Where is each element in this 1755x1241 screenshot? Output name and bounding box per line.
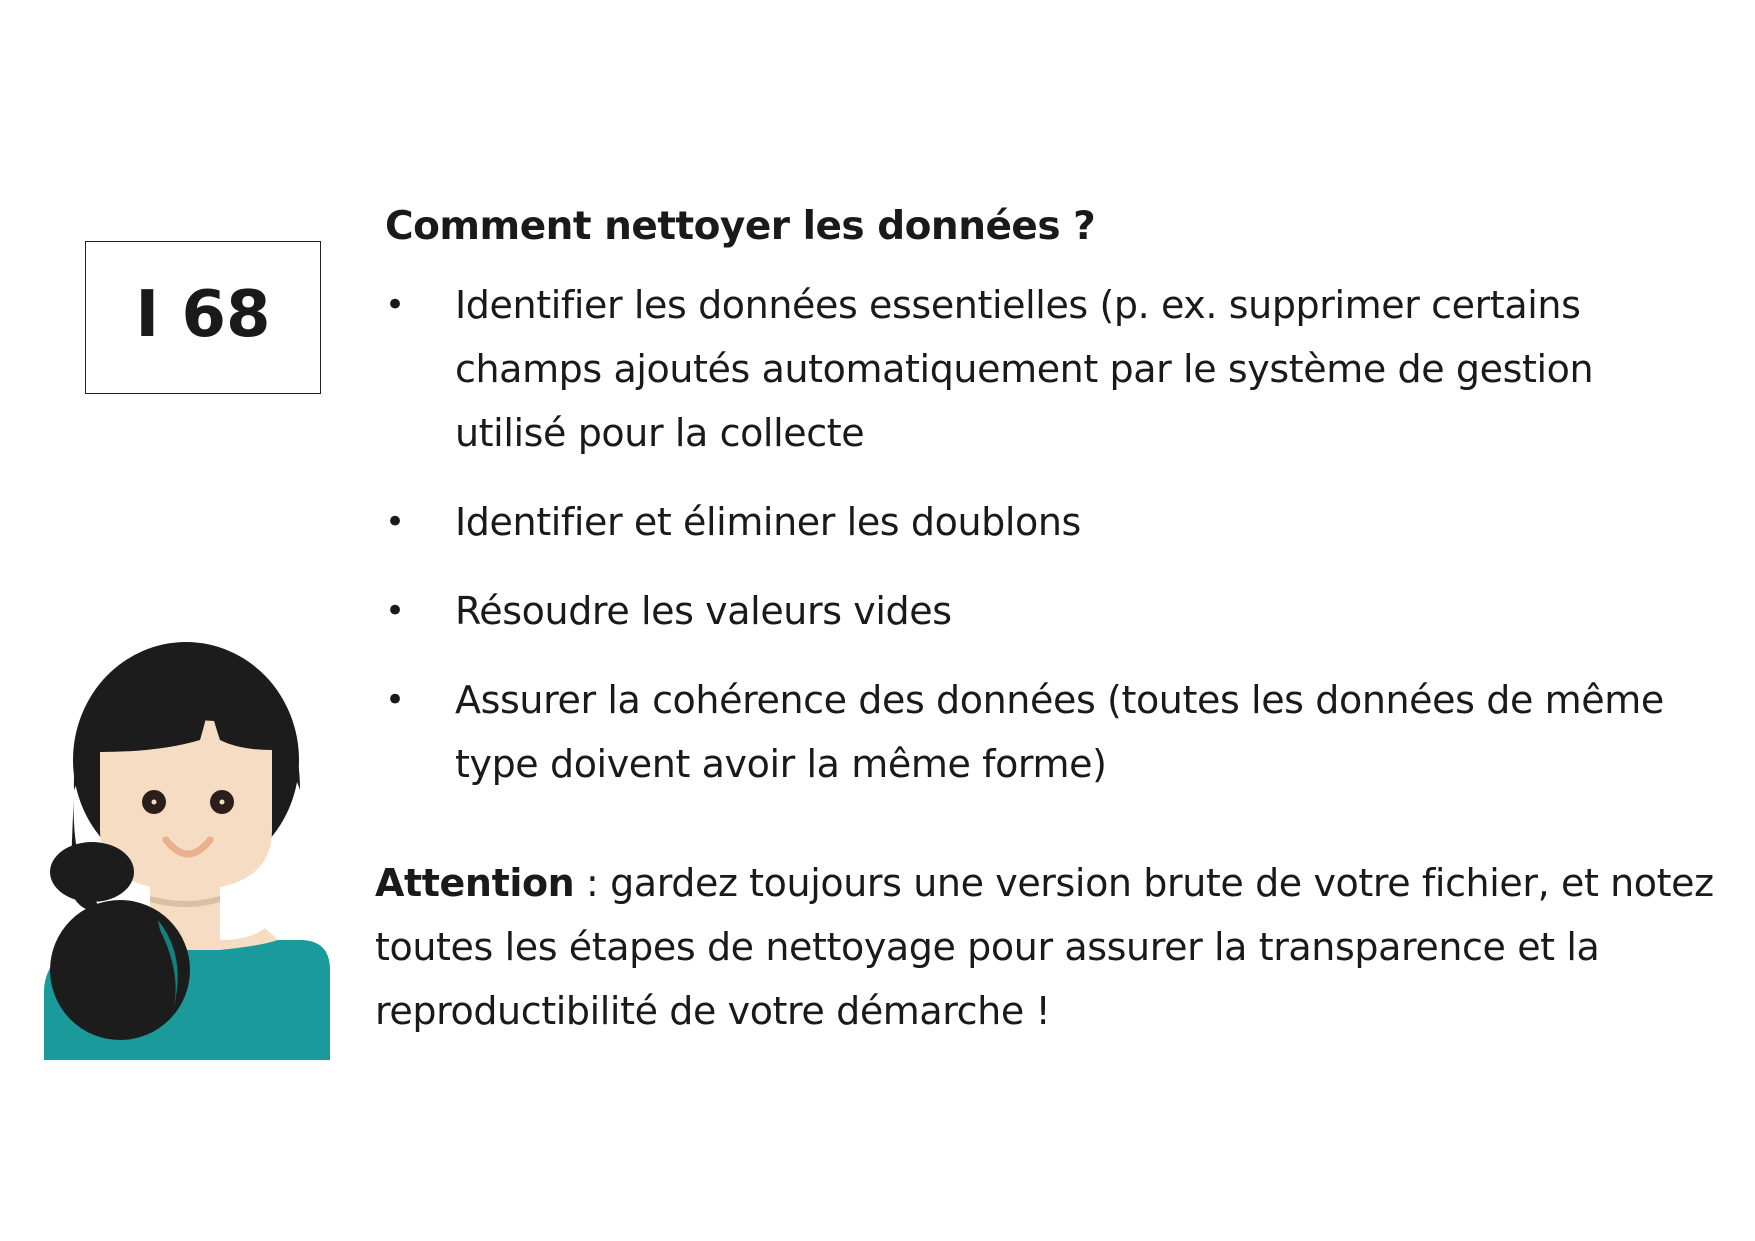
list-item-text: Identifier les données essentielles (p. … — [455, 282, 1594, 455]
attention-text: : gardez toujours une version brute de v… — [375, 861, 1714, 1033]
list-item: • Identifier et éliminer les doublons — [385, 490, 1715, 554]
card-code: I 68 — [135, 277, 271, 352]
ponytail-bottom — [50, 900, 190, 1040]
list-item-text: Assurer la cohérence des données (toutes… — [455, 677, 1664, 786]
list-item: • Résoudre les valeurs vides — [385, 579, 1715, 643]
list-item-text: Résoudre les valeurs vides — [455, 588, 952, 633]
bullet-icon: • — [385, 284, 405, 325]
page-title: Comment nettoyer les données ? — [385, 204, 1096, 249]
ponytail-top — [50, 842, 134, 902]
list-item-text: Identifier et éliminer les doublons — [455, 499, 1081, 544]
bullet-icon: • — [385, 590, 405, 631]
bullet-list: • Identifier les données essentielles (p… — [385, 273, 1715, 796]
list-item: • Identifier les données essentielles (p… — [385, 273, 1715, 465]
woman-avatar-icon — [44, 642, 330, 1060]
bullet-icon: • — [385, 679, 405, 720]
content: Comment nettoyer les données ? • Identif… — [385, 200, 1715, 821]
attention-label: Attention — [375, 861, 575, 905]
bullet-icon: • — [385, 501, 405, 542]
list-item: • Assurer la cohérence des données (tout… — [385, 668, 1715, 796]
attention-note: Attention : gardez toujours une version … — [375, 851, 1730, 1043]
card-code-box: I 68 — [85, 241, 321, 394]
